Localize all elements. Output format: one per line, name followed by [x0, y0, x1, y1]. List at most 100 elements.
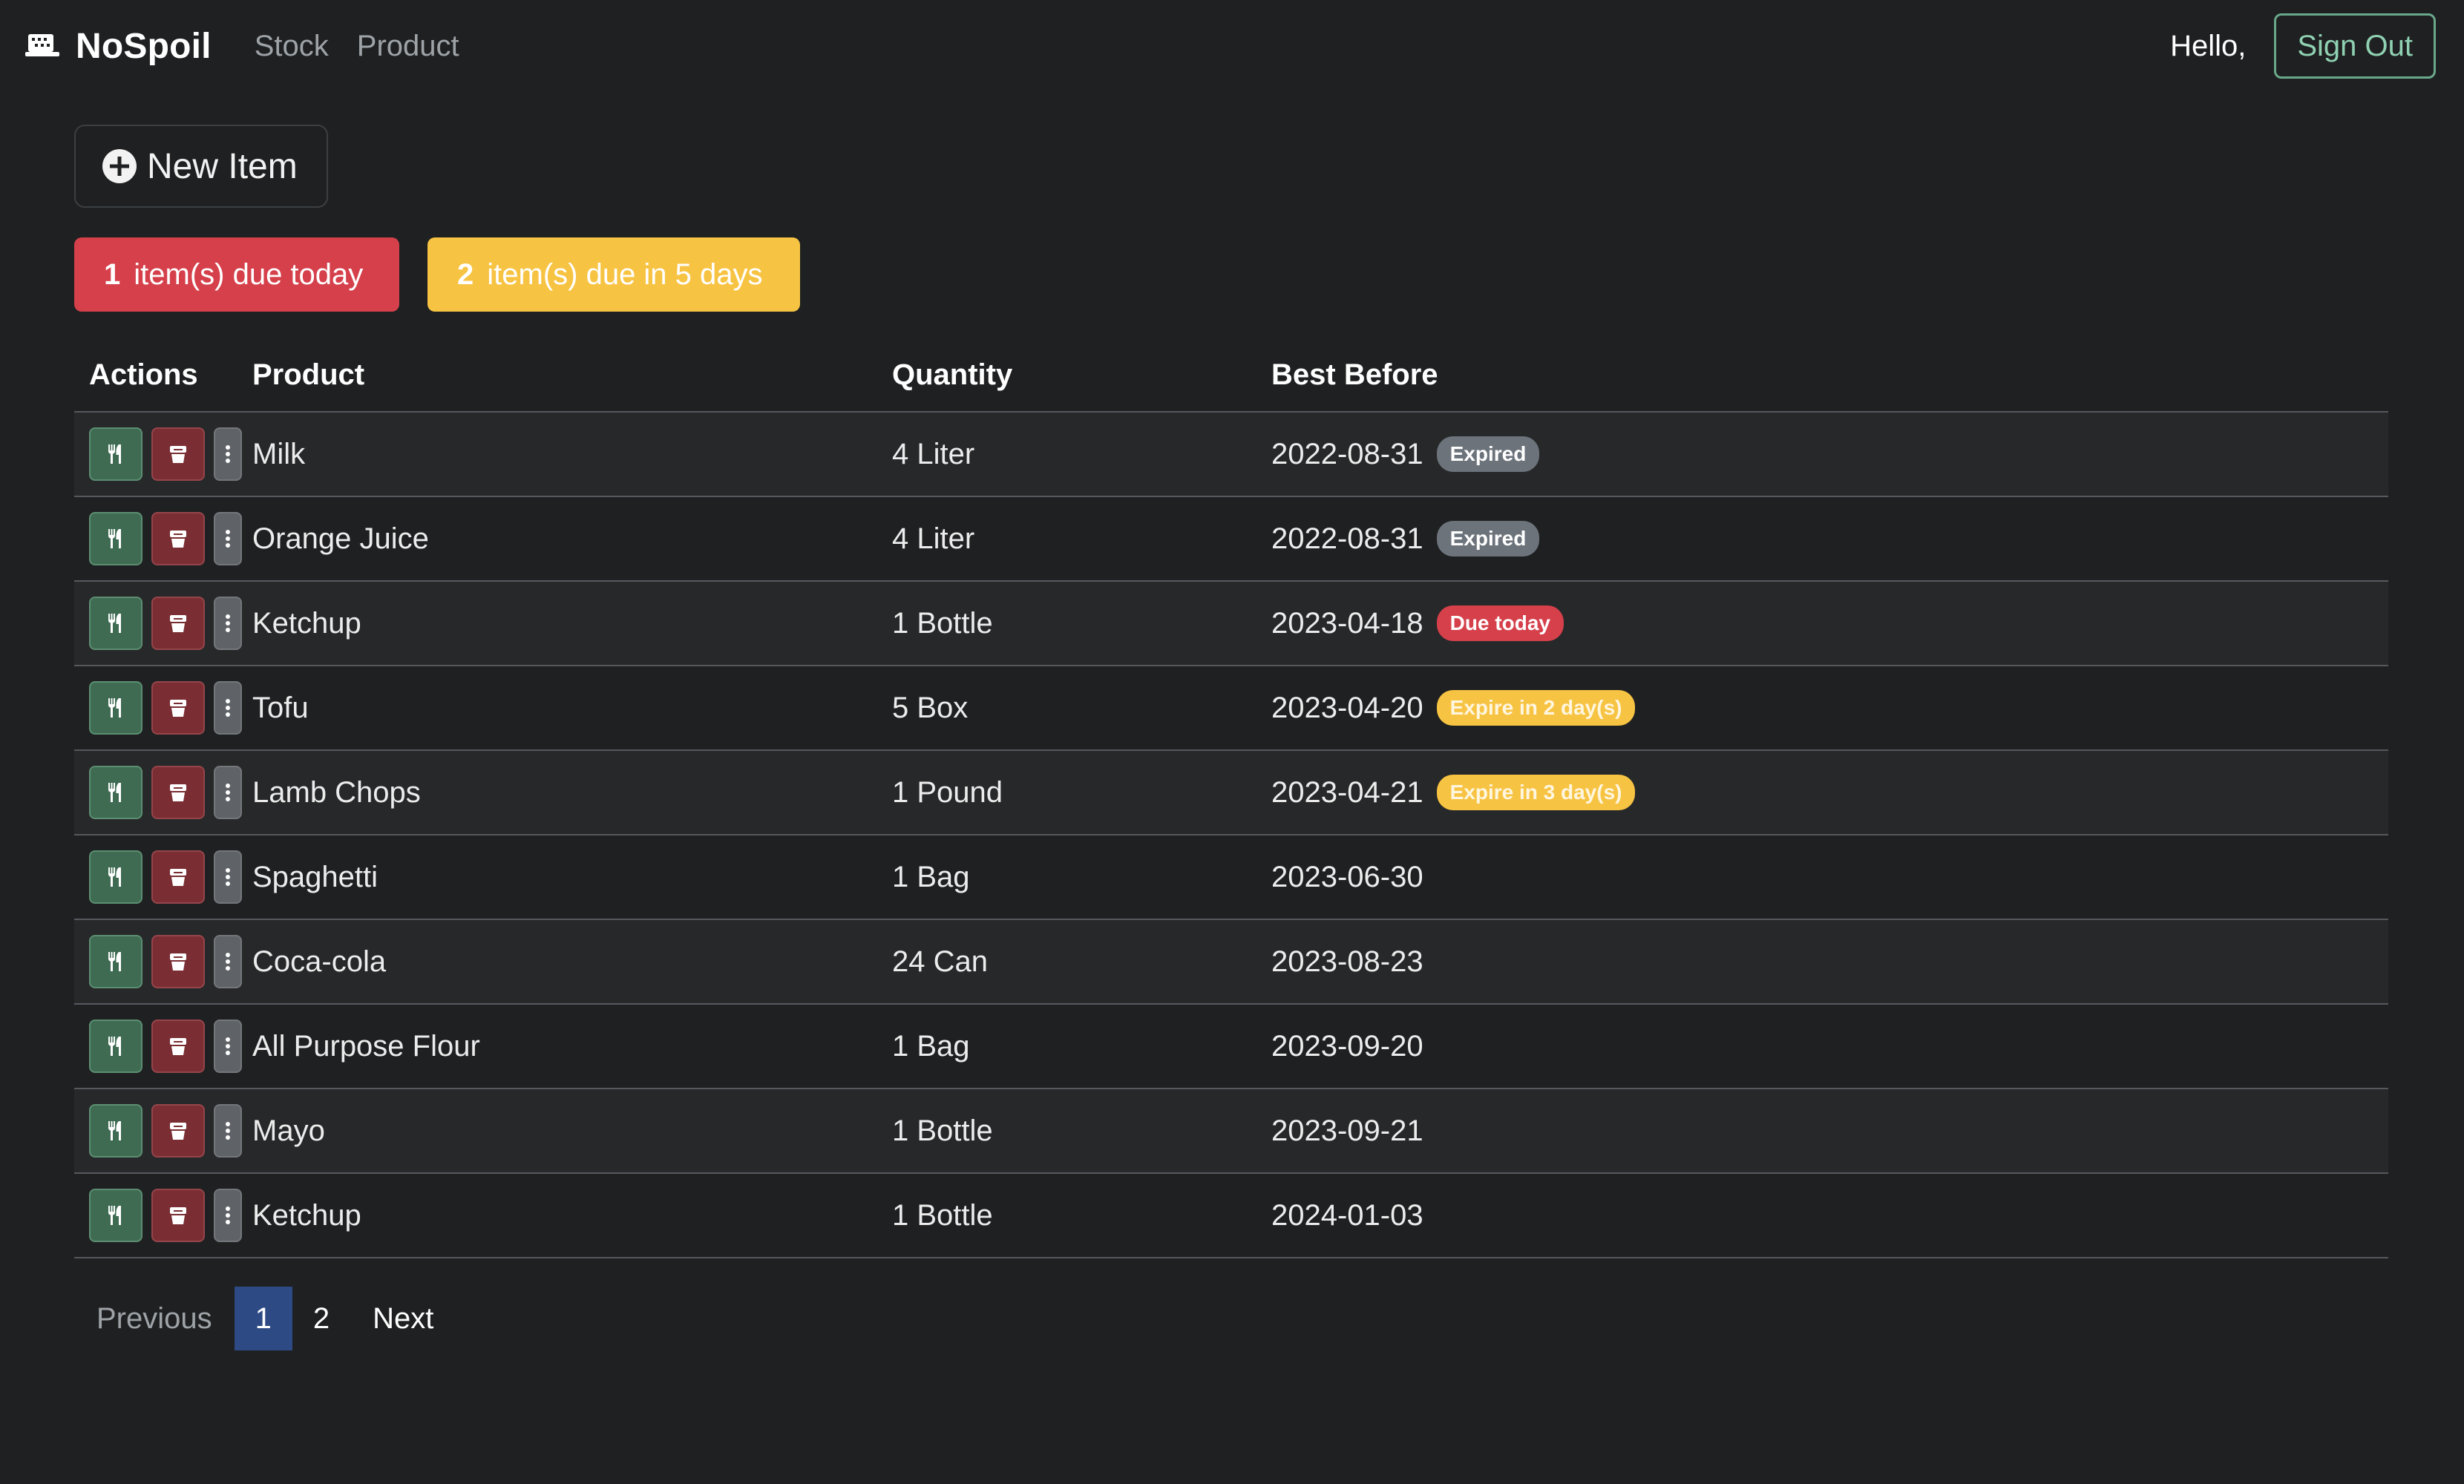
best-before-date: 2023-04-20 [1271, 691, 1423, 724]
quantity-cell: 1 Bottle [892, 606, 993, 640]
eat-button[interactable] [89, 935, 142, 988]
quantity-cell: 5 Box [892, 691, 969, 724]
utensils-icon [104, 1119, 128, 1143]
nav-links: Stock Product [255, 30, 459, 63]
due-today-alert[interactable]: 1 item(s) due today [74, 237, 399, 312]
food-tray-icon [24, 30, 61, 62]
more-vertical-icon [225, 865, 231, 889]
best-before-cell: 2023-08-23 [1271, 945, 2388, 979]
row-actions [74, 850, 252, 904]
table-row: Milk 4 Liter 2022-08-31 Expired [74, 413, 2388, 497]
discard-button[interactable] [151, 935, 205, 988]
table-row: Ketchup 1 Bottle 2024-01-03 [74, 1174, 2388, 1258]
quantity-cell: 1 Bottle [892, 1114, 993, 1147]
trash-bin-icon [166, 865, 190, 889]
quantity-cell: 24 Can [892, 945, 988, 978]
discard-button[interactable] [151, 427, 205, 481]
more-options-button[interactable] [214, 1104, 242, 1158]
alert-summary: 1 item(s) due today 2 item(s) due in 5 d… [74, 237, 800, 312]
more-options-button[interactable] [214, 681, 242, 735]
eat-button[interactable] [89, 681, 142, 735]
discard-button[interactable] [151, 681, 205, 735]
quantity-cell: 1 Pound [892, 775, 1003, 809]
more-options-button[interactable] [214, 1020, 242, 1073]
row-actions [74, 681, 252, 735]
row-actions [74, 597, 252, 650]
best-before-date: 2023-08-23 [1271, 945, 1423, 978]
header-product: Product [252, 358, 365, 391]
more-options-button[interactable] [214, 597, 242, 650]
best-before-date: 2023-09-20 [1271, 1029, 1423, 1063]
table-body: Milk 4 Liter 2022-08-31 Expired Orange Juice… [74, 413, 2388, 1258]
utensils-icon [104, 950, 128, 974]
pagination-previous[interactable]: Previous [74, 1287, 235, 1350]
trash-bin-icon [166, 611, 190, 635]
more-options-button[interactable] [214, 1189, 242, 1242]
sign-out-button[interactable]: Sign Out [2274, 13, 2436, 79]
more-vertical-icon [225, 527, 231, 551]
product-cell: Orange Juice [252, 522, 429, 555]
more-options-button[interactable] [214, 427, 242, 481]
new-item-button[interactable]: New Item [74, 125, 328, 208]
discard-button[interactable] [151, 597, 205, 650]
eat-button[interactable] [89, 1104, 142, 1158]
best-before-cell: 2023-06-30 [1271, 861, 2388, 894]
nav-user-area: Hello, Sign Out [2170, 13, 2440, 79]
pagination-page-2[interactable]: 2 [292, 1287, 350, 1350]
best-before-cell: 2023-04-21 Expire in 3 day(s) [1271, 775, 2388, 810]
discard-button[interactable] [151, 1189, 205, 1242]
best-before-cell: 2022-08-31 Expired [1271, 521, 2388, 556]
table-row: Ketchup 1 Bottle 2023-04-18 Due today [74, 582, 2388, 666]
utensils-icon [104, 611, 128, 635]
more-vertical-icon [225, 781, 231, 804]
eat-button[interactable] [89, 1189, 142, 1242]
greeting: Hello, [2170, 29, 2247, 62]
more-options-button[interactable] [214, 512, 242, 565]
table-row: Coca-cola 24 Can 2023-08-23 [74, 920, 2388, 1005]
row-actions [74, 1189, 252, 1242]
nav-link-product[interactable]: Product [357, 30, 459, 63]
eat-button[interactable] [89, 850, 142, 904]
eat-button[interactable] [89, 1020, 142, 1073]
discard-button[interactable] [151, 850, 205, 904]
utensils-icon [104, 1034, 128, 1058]
header-actions: Actions [89, 358, 198, 391]
eat-button[interactable] [89, 766, 142, 819]
more-vertical-icon [225, 442, 231, 466]
more-vertical-icon [225, 950, 231, 974]
due-soon-alert[interactable]: 2 item(s) due in 5 days [427, 237, 800, 312]
eat-button[interactable] [89, 597, 142, 650]
discard-button[interactable] [151, 512, 205, 565]
table-row: Tofu 5 Box 2023-04-20 Expire in 2 day(s) [74, 666, 2388, 751]
pagination-page-1[interactable]: 1 [234, 1287, 292, 1350]
more-vertical-icon [225, 696, 231, 720]
more-vertical-icon [225, 1034, 231, 1058]
discard-button[interactable] [151, 1020, 205, 1073]
more-options-button[interactable] [214, 850, 242, 904]
row-actions [74, 512, 252, 565]
eat-button[interactable] [89, 512, 142, 565]
product-cell: Lamb Chops [252, 775, 421, 809]
row-actions [74, 766, 252, 819]
brand-name: NoSpoil [76, 26, 212, 66]
trash-bin-icon [166, 442, 190, 466]
plus-circle-icon [102, 149, 137, 183]
utensils-icon [104, 696, 128, 720]
product-cell: All Purpose Flour [252, 1029, 480, 1063]
discard-button[interactable] [151, 1104, 205, 1158]
trash-bin-icon [166, 781, 190, 804]
more-vertical-icon [225, 1119, 231, 1143]
pagination-next[interactable]: Next [350, 1287, 456, 1350]
navbar: NoSpoil Stock Product Hello, Sign Out [0, 0, 2464, 92]
nav-link-stock[interactable]: Stock [255, 30, 329, 63]
discard-button[interactable] [151, 766, 205, 819]
more-options-button[interactable] [214, 766, 242, 819]
more-options-button[interactable] [214, 935, 242, 988]
header-best-before: Best Before [1271, 358, 1438, 391]
product-cell: Mayo [252, 1114, 325, 1147]
more-vertical-icon [225, 1204, 231, 1227]
best-before-date: 2023-04-18 [1271, 606, 1423, 640]
status-badge: Due today [1436, 605, 1564, 641]
brand[interactable]: NoSpoil [24, 26, 212, 67]
eat-button[interactable] [89, 427, 142, 481]
